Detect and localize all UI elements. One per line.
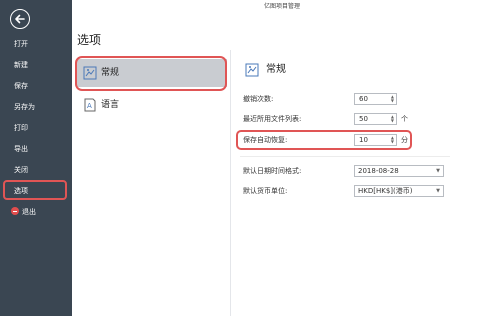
chevron-down-icon: ▼ [436, 168, 440, 174]
sidebar-item-new[interactable]: 新建 [0, 56, 72, 74]
svg-text:A: A [87, 102, 92, 110]
back-arrow-icon[interactable] [10, 9, 30, 29]
date-format-select[interactable]: 2018-08-28 ▼ [354, 165, 444, 177]
options-highlight-box [3, 180, 67, 200]
undo-stepper[interactable]: 60 ▲ ▼ [354, 93, 397, 105]
sidebar-item-print[interactable]: 打印 [0, 119, 72, 137]
category-language[interactable]: A 语言 [77, 91, 227, 119]
window-title: 亿图项目管理 [263, 3, 300, 10]
sidebar: 打开 新建 保存 另存为 打印 导出 关闭 选项 退出 [0, 0, 72, 316]
stepper-arrows-icon[interactable]: ▲ ▼ [391, 95, 394, 103]
undo-value: 60 [359, 95, 368, 103]
page-title: 选项 [77, 33, 102, 47]
recent-files-value: 50 [359, 115, 368, 123]
sidebar-item-save-as[interactable]: 另存为 [0, 98, 72, 116]
sidebar-item-exit[interactable]: 退出 [0, 203, 72, 221]
sidebar-item-save[interactable]: 保存 [0, 77, 72, 95]
sidebar-item-close[interactable]: 关闭 [0, 161, 72, 179]
sidebar-item-open[interactable]: 打开 [0, 35, 72, 53]
general-highlight-box [75, 56, 227, 91]
general-section-icon [245, 63, 259, 77]
currency-select[interactable]: HKD[HK$](港币) ▼ [354, 185, 444, 197]
recent-files-stepper[interactable]: 50 ▲ ▼ [354, 113, 397, 125]
exit-icon [11, 207, 19, 215]
section-title: 常规 [245, 61, 286, 79]
recent-files-label: 最近所用文件列表: [243, 115, 302, 123]
date-format-label: 默认日期时间格式: [243, 167, 302, 175]
sidebar-item-exit-label: 退出 [22, 208, 36, 216]
undo-label: 撤销次数: [243, 95, 274, 103]
chevron-down-icon: ▼ [436, 188, 440, 194]
autosave-highlight-box [236, 130, 412, 150]
sidebar-item-export[interactable]: 导出 [0, 140, 72, 158]
currency-label: 默认货币单位: [243, 187, 288, 195]
currency-value: HKD[HK$](港币) [358, 187, 413, 195]
stepper-arrows-icon[interactable]: ▲ ▼ [391, 115, 394, 123]
language-icon: A [84, 98, 96, 112]
recent-files-unit: 个 [401, 115, 408, 123]
section-title-label: 常规 [266, 64, 286, 75]
divider [240, 156, 450, 157]
date-format-value: 2018-08-28 [358, 167, 399, 175]
category-language-label: 语言 [101, 100, 120, 110]
